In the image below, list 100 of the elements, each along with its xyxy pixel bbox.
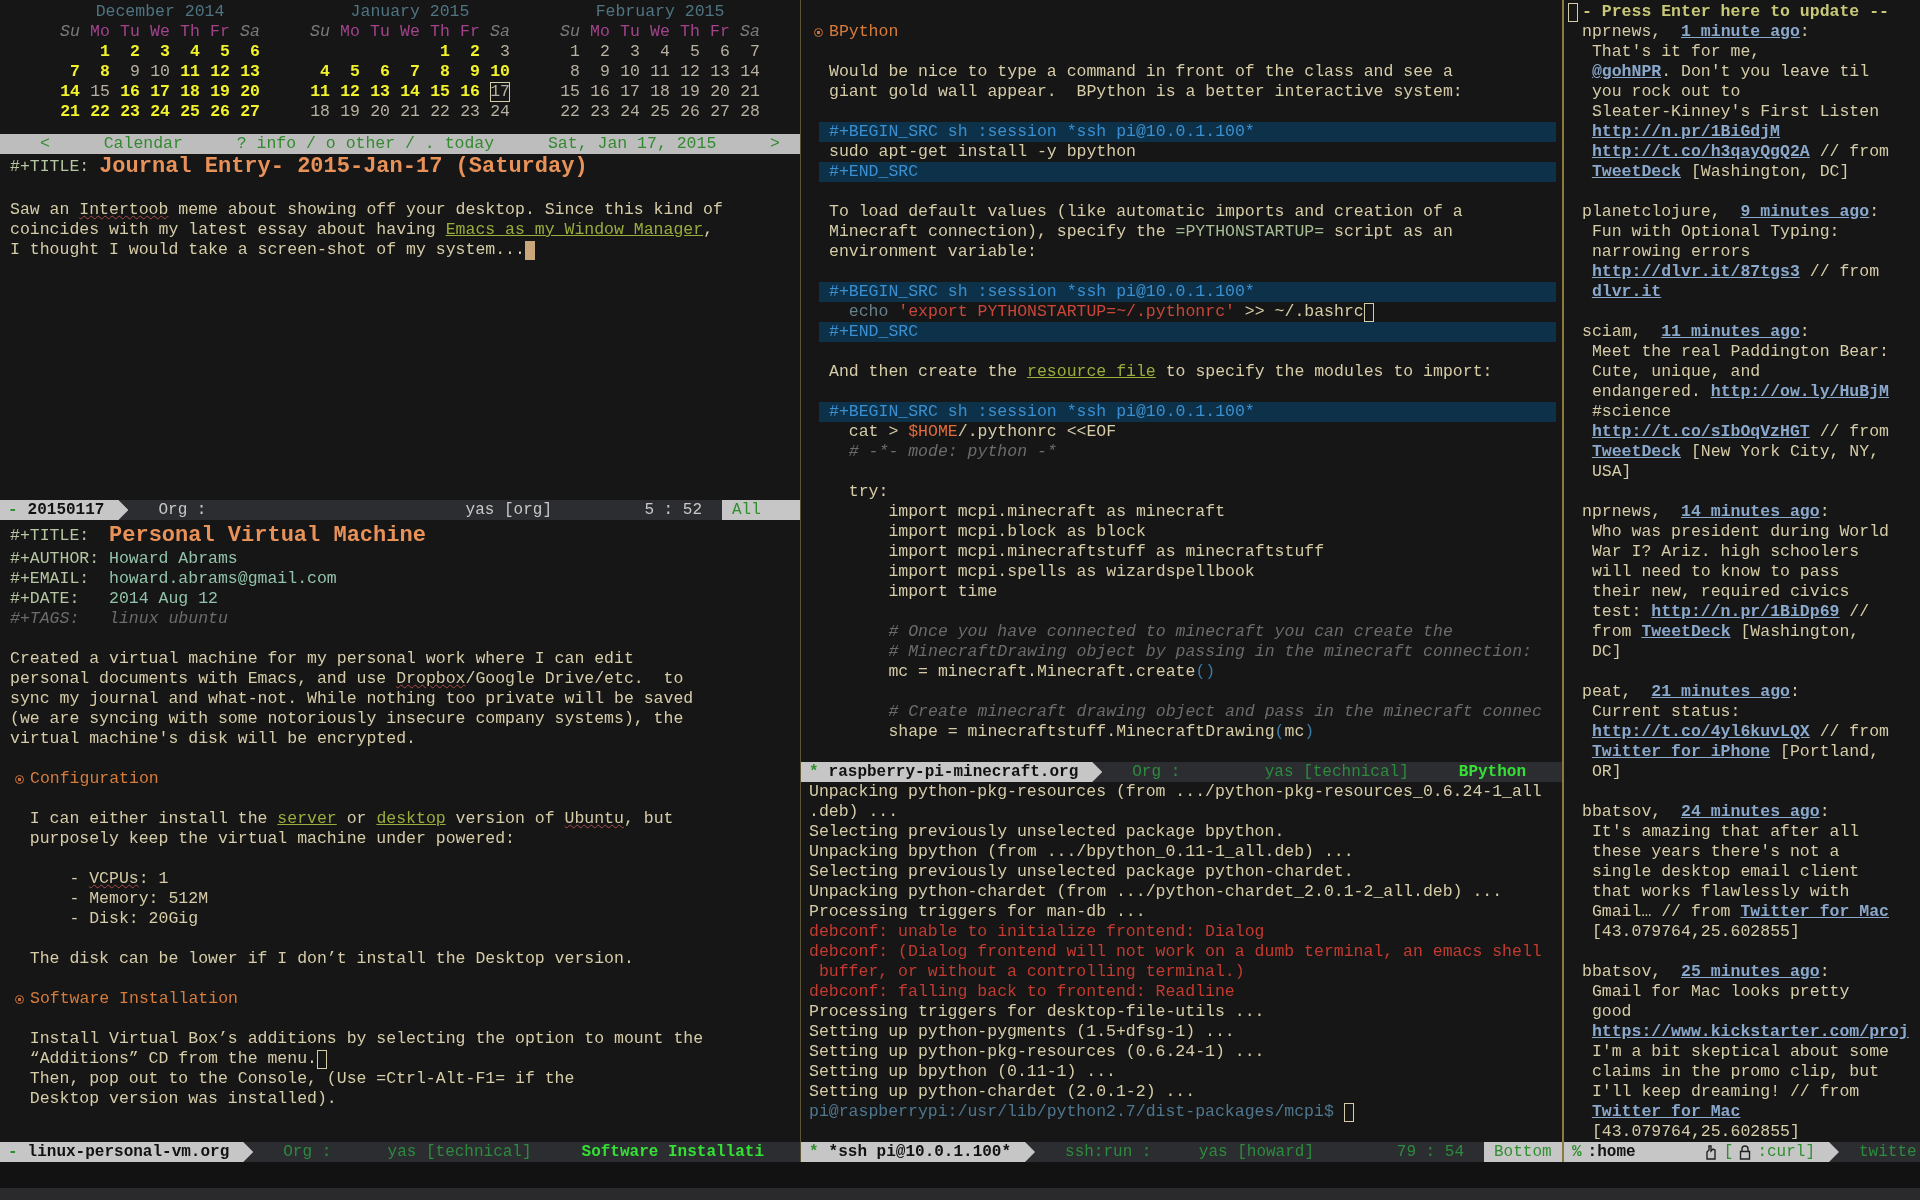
calendar-day[interactable]: 4 <box>310 62 330 82</box>
link[interactable]: http://n.pr/1BiGdjM <box>1591 122 1781 142</box>
calendar-day[interactable]: 25 <box>650 102 670 122</box>
calendar-day[interactable]: 21 <box>740 82 760 102</box>
link[interactable]: http://n.pr/1BiDp69 <box>1651 602 1840 622</box>
update-prompt[interactable]: - Press Enter here to update -- <box>1582 2 1889 22</box>
calendar-day[interactable]: 10 <box>490 62 510 82</box>
link[interactable]: dlvr.it <box>1591 282 1662 302</box>
calendar-day[interactable]: 22 <box>90 102 110 122</box>
calendar-day[interactable]: 27 <box>710 102 730 122</box>
calendar-day[interactable]: 22 <box>560 102 580 122</box>
calendar-day[interactable]: 5 <box>340 62 360 82</box>
calendar-day[interactable]: 2 <box>120 42 140 62</box>
calendar-day[interactable]: 9 <box>120 62 140 82</box>
link[interactable]: http://t.co/4yl6kuvLQX <box>1591 722 1810 742</box>
link[interactable]: http://t.co/h3qayQgQ2A <box>1591 142 1810 162</box>
calendar-day[interactable]: 14 <box>740 62 760 82</box>
calendar-day[interactable]: 21 <box>400 102 420 122</box>
calendar-day[interactable]: 22 <box>430 102 450 122</box>
calendar-day[interactable]: 7 <box>60 62 80 82</box>
link[interactable]: TweetDeck <box>1591 442 1681 462</box>
calendar-day[interactable]: 4 <box>180 42 200 62</box>
calendar-day[interactable]: 12 <box>340 82 360 102</box>
timestamp-link[interactable]: 25 minutes ago <box>1681 962 1820 982</box>
calendar-day[interactable]: 28 <box>740 102 760 122</box>
calendar-day[interactable]: 12 <box>210 62 230 82</box>
calendar-day[interactable]: 24 <box>490 102 510 122</box>
calendar-day[interactable]: 1 <box>430 42 450 62</box>
calendar-day[interactable]: 26 <box>210 102 230 122</box>
calendar-day[interactable]: 8 <box>430 62 450 82</box>
link[interactable]: TweetDeck <box>1641 622 1731 642</box>
calendar-day[interactable]: 18 <box>180 82 200 102</box>
calendar-day[interactable]: 17 <box>620 82 640 102</box>
calendar-day[interactable]: 8 <box>560 62 580 82</box>
calendar-day[interactable]: 25 <box>180 102 200 122</box>
calendar-day[interactable]: 20 <box>370 102 390 122</box>
timestamp-link[interactable]: 1 minute ago <box>1681 22 1800 42</box>
link[interactable]: Emacs as my Window Manager <box>445 220 704 240</box>
calendar-day[interactable]: 17 <box>150 82 170 102</box>
calendar-day[interactable]: 10 <box>620 62 640 82</box>
calendar-day[interactable]: 23 <box>120 102 140 122</box>
calendar-day[interactable]: 15 <box>560 82 580 102</box>
calendar-day[interactable]: 4 <box>650 42 670 62</box>
timestamp-link[interactable]: 14 minutes ago <box>1681 502 1820 522</box>
calendar-day[interactable]: 11 <box>650 62 670 82</box>
calendar-day[interactable]: 12 <box>680 62 700 82</box>
calendar-day[interactable]: 8 <box>90 62 110 82</box>
calendar-day[interactable]: 11 <box>180 62 200 82</box>
calendar-day[interactable]: 19 <box>210 82 230 102</box>
link[interactable]: http://dlvr.it/87tgs3 <box>1591 262 1800 282</box>
link[interactable]: server <box>277 809 337 829</box>
link[interactable]: desktop <box>376 809 446 829</box>
calendar-day[interactable]: 6 <box>240 42 260 62</box>
calendar-day[interactable]: 13 <box>710 62 730 82</box>
link[interactable]: https://www.kickstarter.com/proj <box>1591 1022 1909 1042</box>
timestamp-link[interactable]: 24 minutes ago <box>1681 802 1820 822</box>
calendar-day[interactable]: 24 <box>150 102 170 122</box>
calendar-day[interactable]: 26 <box>680 102 700 122</box>
calendar-day[interactable]: 3 <box>150 42 170 62</box>
calendar-day[interactable]: 14 <box>400 82 420 102</box>
calendar-day[interactable]: 19 <box>680 82 700 102</box>
calendar-day[interactable]: 2 <box>460 42 480 62</box>
calendar-day[interactable]: 20 <box>240 82 260 102</box>
calendar-day[interactable]: 17 <box>490 82 510 102</box>
calendar-day[interactable]: 23 <box>590 102 610 122</box>
calendar-day[interactable]: 24 <box>620 102 640 122</box>
link[interactable]: @gohNPR <box>1591 62 1662 82</box>
calendar-day[interactable]: 15 <box>90 82 110 102</box>
calendar-day[interactable]: 11 <box>310 82 330 102</box>
calendar-day[interactable]: 20 <box>710 82 730 102</box>
calendar-day[interactable]: 3 <box>620 42 640 62</box>
calendar-day[interactable]: 16 <box>590 82 610 102</box>
calendar-day[interactable]: 13 <box>240 62 260 82</box>
calendar-day[interactable]: 18 <box>650 82 670 102</box>
calendar-day[interactable]: 21 <box>60 102 80 122</box>
calendar-day[interactable]: 14 <box>60 82 80 102</box>
calendar-day[interactable]: 23 <box>460 102 480 122</box>
link[interactable]: Twitter for Mac <box>1740 902 1889 922</box>
calendar-day[interactable]: 3 <box>490 42 510 62</box>
link[interactable]: resource file <box>1027 362 1156 382</box>
link[interactable]: http://t.co/sIbOqVzHGT <box>1591 422 1810 442</box>
calendar-day[interactable]: 1 <box>90 42 110 62</box>
link[interactable]: TweetDeck <box>1591 162 1681 182</box>
calendar-day[interactable]: 1 <box>560 42 580 62</box>
link[interactable]: http://ow.ly/HuBjM <box>1710 382 1889 402</box>
calendar-day[interactable]: 6 <box>370 62 390 82</box>
calendar-day[interactable]: 16 <box>120 82 140 102</box>
calendar-day[interactable]: 19 <box>340 102 360 122</box>
calendar-day[interactable]: 9 <box>460 62 480 82</box>
calendar-day[interactable]: 7 <box>400 62 420 82</box>
calendar-day[interactable]: 5 <box>680 42 700 62</box>
calendar-day[interactable]: 27 <box>240 102 260 122</box>
link[interactable]: Twitter for Mac <box>1591 1102 1741 1122</box>
timestamp-link[interactable]: 9 minutes ago <box>1740 202 1870 222</box>
link[interactable]: Twitter for iPhone <box>1591 742 1771 762</box>
timestamp-link[interactable]: 11 minutes ago <box>1661 322 1800 342</box>
calendar-day[interactable]: 2 <box>590 42 610 62</box>
calendar-day[interactable]: 10 <box>150 62 170 82</box>
calendar-day[interactable]: 18 <box>310 102 330 122</box>
calendar-day[interactable]: 6 <box>710 42 730 62</box>
